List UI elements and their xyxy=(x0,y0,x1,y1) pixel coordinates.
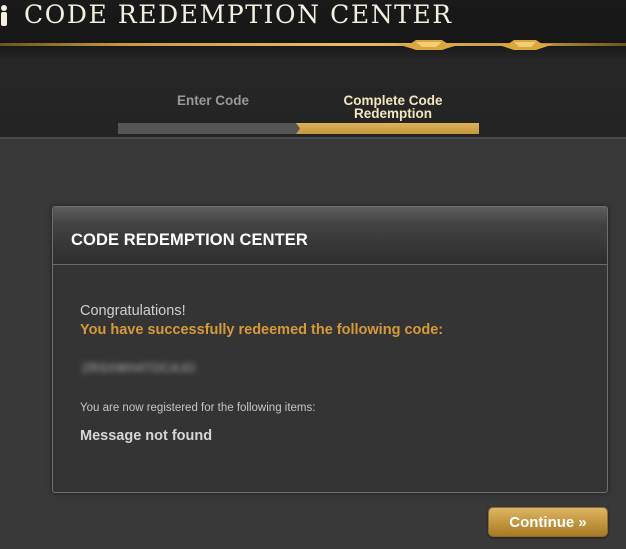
page-title: CODE REDEMPTION CENTER xyxy=(24,0,453,29)
page-header: CODE REDEMPTION CENTER Enter Code Comple… xyxy=(0,0,626,137)
redemption-panel: CODE REDEMPTION CENTER Congratulations! … xyxy=(52,206,608,493)
redeemed-code: ZRSXWH4TOCAJO xyxy=(82,361,196,375)
step-complete-redemption: Complete Code Redemption xyxy=(318,94,468,121)
congratulations-text: Congratulations! xyxy=(80,303,186,319)
panel-title: CODE REDEMPTION CENTER xyxy=(71,231,308,249)
ornament-icon xyxy=(396,40,462,50)
progress-bar xyxy=(118,123,479,134)
progress-arrow-icon xyxy=(292,123,300,134)
head-icon xyxy=(1,5,7,26)
items-message: Message not found xyxy=(80,428,213,444)
progress-segment-enter-code xyxy=(118,123,296,134)
panel-header: CODE REDEMPTION CENTER xyxy=(53,207,607,265)
continue-button[interactable]: Continue » xyxy=(488,507,608,537)
ornament-icon xyxy=(496,40,554,50)
registered-items-label: You are now registered for the following… xyxy=(80,402,316,414)
success-message: You have successfully redeemed the follo… xyxy=(80,322,444,338)
header-divider xyxy=(0,137,626,139)
step-enter-code: Enter Code xyxy=(176,93,249,108)
progress-segment-complete xyxy=(296,123,479,134)
step-label-line: Redemption xyxy=(353,106,432,121)
